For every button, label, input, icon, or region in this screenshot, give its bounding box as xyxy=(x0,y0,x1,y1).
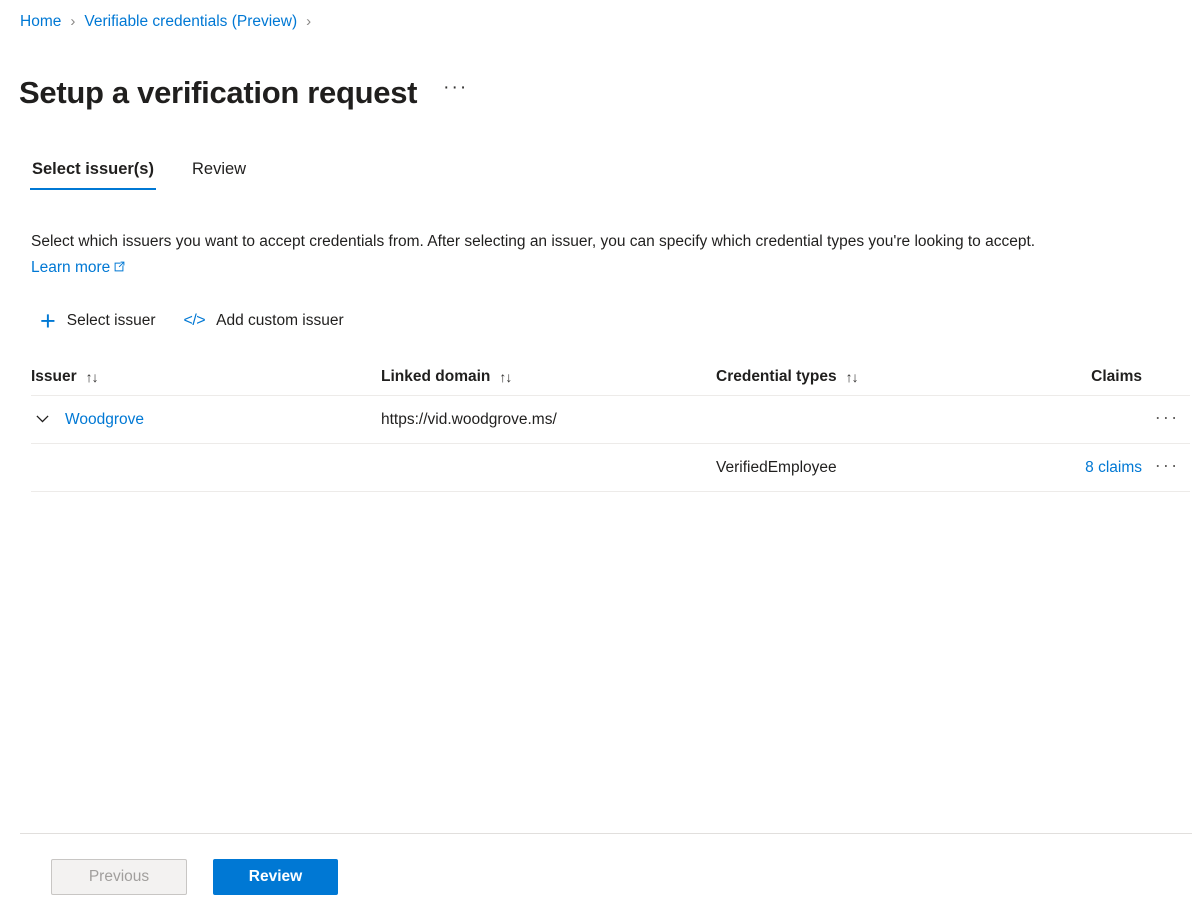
cell-issuer: Woodgrove xyxy=(31,411,381,429)
breadcrumb-separator-icon: › xyxy=(306,12,311,32)
breadcrumb-item-verifiable-credentials[interactable]: Verifiable credentials (Preview) xyxy=(84,12,297,32)
sort-icon: ↑↓ xyxy=(86,370,98,384)
tab-list: Select issuer(s) Review xyxy=(30,152,282,190)
row-more-options-icon[interactable]: ··· xyxy=(1153,408,1180,432)
sort-icon: ↑↓ xyxy=(499,370,511,384)
table-row[interactable]: VerifiedEmployee 8 claims ··· xyxy=(31,444,1190,492)
column-header-claims-label: Claims xyxy=(1091,368,1142,386)
description-body: Select which issuers you want to accept … xyxy=(31,233,1035,250)
column-header-linked-domain[interactable]: Linked domain ↑↓ xyxy=(381,368,716,386)
claims-link-8-claims[interactable]: 8 claims xyxy=(1085,459,1142,477)
table-row[interactable]: Woodgrove https://vid.woodgrove.ms/ ··· xyxy=(31,396,1190,444)
cell-row-menu[interactable]: ··· xyxy=(1142,456,1190,480)
title-row: Setup a verification request ··· xyxy=(19,52,468,134)
chevron-down-icon[interactable] xyxy=(31,411,53,428)
column-header-credential-types-label: Credential types xyxy=(716,368,837,386)
description-text: Select which issuers you want to accept … xyxy=(31,229,1091,282)
row-more-options-icon[interactable]: ··· xyxy=(1153,456,1180,480)
code-icon: </> xyxy=(184,312,206,330)
column-header-issuer[interactable]: Issuer ↑↓ xyxy=(31,368,381,386)
select-issuer-label: Select issuer xyxy=(67,311,156,331)
tab-select-issuers[interactable]: Select issuer(s) xyxy=(30,158,156,190)
external-link-icon xyxy=(113,256,126,282)
footer-divider xyxy=(20,833,1192,834)
cell-row-menu[interactable]: ··· xyxy=(1142,408,1190,432)
learn-more-link[interactable]: Learn more xyxy=(31,259,126,276)
footer-actions: Previous Review xyxy=(51,859,338,895)
review-button[interactable]: Review xyxy=(213,859,338,895)
column-header-credential-types[interactable]: Credential types ↑↓ xyxy=(716,368,1050,386)
breadcrumb-separator-icon: › xyxy=(70,12,75,32)
column-header-issuer-label: Issuer xyxy=(31,368,77,386)
add-custom-issuer-button[interactable]: </> Add custom issuer xyxy=(184,305,344,337)
sort-icon: ↑↓ xyxy=(846,370,858,384)
plus-icon: + xyxy=(40,309,56,333)
add-custom-issuer-label: Add custom issuer xyxy=(216,311,344,331)
column-header-claims: Claims xyxy=(1050,368,1142,386)
cell-credential-types: VerifiedEmployee xyxy=(716,459,1050,477)
previous-button[interactable]: Previous xyxy=(51,859,187,895)
breadcrumb-item-home[interactable]: Home xyxy=(20,12,61,32)
command-bar: + Select issuer </> Add custom issuer xyxy=(40,305,372,337)
table-header-row: Issuer ↑↓ Linked domain ↑↓ Credential ty… xyxy=(31,358,1190,396)
page-title: Setup a verification request xyxy=(19,73,417,113)
column-header-linked-domain-label: Linked domain xyxy=(381,368,490,386)
cell-linked-domain: https://vid.woodgrove.ms/ xyxy=(381,411,716,429)
issuer-link-woodgrove[interactable]: Woodgrove xyxy=(65,411,144,429)
breadcrumb: Home › Verifiable credentials (Preview) … xyxy=(20,12,320,32)
issuers-table: Issuer ↑↓ Linked domain ↑↓ Credential ty… xyxy=(31,358,1190,492)
cell-claims: 8 claims xyxy=(1050,459,1142,477)
learn-more-label: Learn more xyxy=(31,259,110,276)
tab-review[interactable]: Review xyxy=(190,158,248,190)
select-issuer-button[interactable]: + Select issuer xyxy=(40,305,156,337)
verification-request-page: Home › Verifiable credentials (Preview) … xyxy=(0,0,1198,920)
more-options-icon[interactable]: ··· xyxy=(443,79,468,106)
